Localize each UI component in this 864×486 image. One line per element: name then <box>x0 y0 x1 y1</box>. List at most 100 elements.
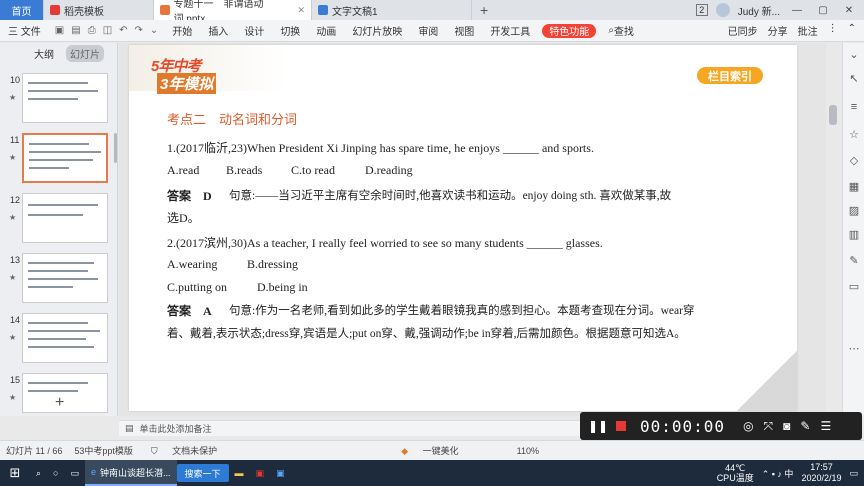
slide-thumb-row[interactable]: 14 ★ <box>0 313 118 367</box>
camera-icon[interactable]: ◙ <box>783 419 790 434</box>
chart-icon[interactable]: ▥ <box>848 229 860 241</box>
tray-icons[interactable]: ⌃ ▪ ♪ 中 <box>762 467 794 480</box>
slide-thumbnail[interactable] <box>22 193 108 243</box>
pause-icon[interactable]: ❚❚ <box>588 419 608 433</box>
menu-item-review[interactable]: 审阅 <box>410 20 446 42</box>
user-name[interactable]: Judy 新... <box>738 3 780 18</box>
dropdown-icon[interactable]: ⌄ <box>150 25 158 36</box>
redo-icon[interactable]: ↷ <box>135 25 143 36</box>
share-button[interactable]: 分享 <box>768 23 788 38</box>
search-button[interactable]: ⌕ 查找 <box>600 20 642 42</box>
pen-icon[interactable]: ✎ <box>848 255 860 267</box>
scroll-thumb[interactable] <box>829 105 837 125</box>
tab-presentation[interactable]: 专题十一 非谓语动词.pptx ✕ <box>154 0 312 25</box>
menu-right: 已同步 分享 批注 ⋮ ⌃ <box>728 23 864 38</box>
slide-thumbnail[interactable] <box>22 373 108 413</box>
zoom-level[interactable]: 110% <box>511 446 545 456</box>
slide-thumb-row[interactable]: 10 ★ <box>0 73 118 127</box>
star-icon[interactable]: ☆ <box>848 129 860 141</box>
slide-thumbnail[interactable] <box>22 313 108 363</box>
windows-start-icon[interactable]: ⊞ <box>0 465 30 481</box>
menu-item-insert[interactable]: 插入 <box>200 20 236 42</box>
tab-slides[interactable]: 幻灯片 <box>66 44 104 62</box>
taskbar: ⊞ ⌕ ○ ▭ e 钟南山谈超长潜... 搜索一下 ▬ ▣ ▣ 44℃ CPU温… <box>0 460 864 486</box>
new-tab-button[interactable]: + <box>472 2 496 18</box>
close-window-icon[interactable]: ✕ <box>840 5 858 16</box>
notification-icon[interactable]: ▭ <box>849 468 858 479</box>
undo-icon[interactable]: ↶ <box>119 25 127 36</box>
beautify-button[interactable]: ◆ 一键美化 <box>389 444 470 457</box>
slide[interactable]: 5年中考 3年模拟 栏目索引 考点二 动名词和分词 1.(2017临沂,23)W… <box>129 45 797 411</box>
more-options-icon[interactable]: ⋯ <box>848 343 860 355</box>
menu-item-slideshow[interactable]: 幻灯片放映 <box>344 20 410 42</box>
tab-outline[interactable]: 大纲 <box>30 45 58 62</box>
taskbar-search-button[interactable]: 搜索一下 <box>176 464 229 482</box>
sync-status[interactable]: 已同步 <box>728 23 758 38</box>
stop-button[interactable] <box>616 421 626 431</box>
panel-scrollbar[interactable] <box>114 133 117 163</box>
search-icon[interactable]: ⌕ <box>30 460 47 486</box>
menu-item-special[interactable]: 特色功能 <box>542 23 597 38</box>
cursor-icon[interactable]: ↖ <box>848 73 860 85</box>
vertical-scrollbar[interactable] <box>828 50 838 410</box>
menu-item-start[interactable]: 开始 <box>164 20 200 42</box>
q1-option-a: A.read <box>167 163 200 177</box>
preview-icon[interactable]: ◫ <box>103 25 112 36</box>
menu-item-developer[interactable]: 开发工具 <box>482 20 538 42</box>
slide-thumb-row[interactable]: 12 ★ <box>0 193 118 247</box>
layout-icon[interactable]: ▭ <box>848 281 860 293</box>
comment-button[interactable]: 批注 <box>798 23 818 38</box>
question-2: 2.(2017滨州,30)As a teacher, I really feel… <box>167 236 603 250</box>
menu-item-view[interactable]: 视图 <box>446 20 482 42</box>
chevron-down-icon[interactable]: ⌄ <box>848 49 860 61</box>
more-icon[interactable]: ⋮ <box>828 23 838 38</box>
wps-icon[interactable]: ▣ <box>250 460 271 486</box>
folder-icon[interactable]: ▬ <box>229 460 250 486</box>
tab-document[interactable]: 文字文稿1 <box>312 0 472 20</box>
menu-item-design[interactable]: 设计 <box>236 20 272 42</box>
slide-thumbnail-active[interactable] <box>22 133 108 183</box>
maximize-icon[interactable]: ▢ <box>814 5 832 16</box>
star-icon: ★ <box>9 393 17 402</box>
add-slide-button[interactable]: + <box>55 394 64 412</box>
draw-icon[interactable]: ✎ <box>800 419 810 434</box>
slide-thumb-row[interactable]: 13 ★ <box>0 253 118 307</box>
logo: 5年中考 3年模拟 <box>151 55 229 99</box>
index-button[interactable]: 栏目索引 <box>697 67 763 84</box>
save-icon[interactable]: ▣ <box>55 25 64 36</box>
slide-thumbnail[interactable] <box>22 253 108 303</box>
task-view-icon[interactable]: ○ <box>47 460 64 486</box>
file-menu[interactable]: 三 文件 <box>0 20 49 42</box>
print-icon[interactable]: ⎙ <box>88 25 96 36</box>
chevron-up-icon[interactable]: ⌃ <box>848 23 856 38</box>
minimize-icon[interactable]: — <box>788 5 806 16</box>
window-count-badge[interactable]: 2 <box>695 4 708 16</box>
cpu-temp[interactable]: 44℃ CPU温度 <box>717 463 754 483</box>
q2-option-a: A.wearing <box>167 257 218 271</box>
taskview-icon[interactable]: ▭ <box>64 460 85 486</box>
theme-name[interactable]: 53中考ppt模版 <box>68 444 139 457</box>
shapes-icon[interactable]: ◇ <box>848 155 860 167</box>
protection-status[interactable]: ⛉ 文档未保护 <box>139 444 229 457</box>
close-icon[interactable]: ✕ <box>297 5 305 16</box>
slide-thumb-row-active[interactable]: 11 ★ <box>0 133 118 187</box>
grid-icon[interactable]: ▦ <box>848 181 860 193</box>
tab-docer[interactable]: 稻壳模板 <box>44 0 154 20</box>
panel-tabs: 大纲 幻灯片 <box>0 43 117 63</box>
slide-thumbnail[interactable] <box>22 73 108 123</box>
app-icon[interactable]: ▣ <box>270 460 291 486</box>
fullscreen-icon[interactable]: ⤧ <box>764 419 774 434</box>
tune-icon[interactable]: ≡ <box>848 101 860 113</box>
recorder-menu-icon[interactable]: ☰ <box>820 419 831 434</box>
menu-item-animation[interactable]: 动画 <box>308 20 344 42</box>
question-1: 1.(2017临沂,23)When President Xi Jinping h… <box>167 141 594 155</box>
notes-placeholder[interactable]: 单击此处添加备注 <box>140 422 212 435</box>
browser-task[interactable]: e 钟南山谈超长潜... <box>85 460 177 486</box>
clock[interactable]: 17:57 2020/2/19 <box>801 462 841 484</box>
image-icon[interactable]: ▨ <box>848 205 860 217</box>
avatar[interactable] <box>715 3 730 17</box>
export-icon[interactable]: ▤ <box>71 25 80 36</box>
menu-item-transition[interactable]: 切换 <box>272 20 308 42</box>
tab-home[interactable]: 首页 <box>0 0 44 20</box>
focus-icon[interactable]: ◎ <box>743 419 753 434</box>
